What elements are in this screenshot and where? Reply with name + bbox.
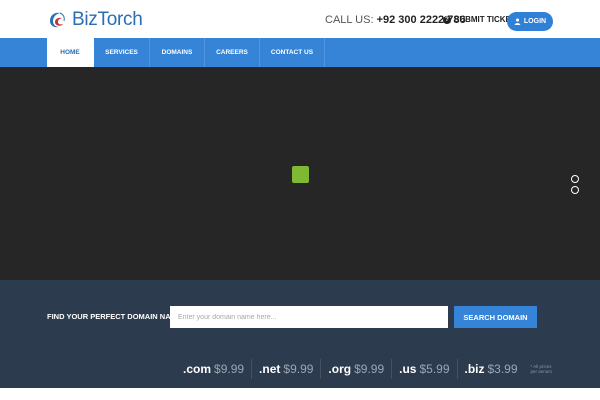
price-item: .com $9.99 [176, 359, 253, 379]
slide-dot-2[interactable] [571, 186, 579, 194]
slider-pagination [571, 175, 579, 194]
brand-name: BizTorch [72, 9, 143, 30]
nav-item-services[interactable]: SERVICES [94, 38, 150, 67]
nav-item-label: CAREERS [216, 49, 248, 56]
price-item: .org $9.99 [321, 359, 393, 379]
submit-ticket-link[interactable]: ? SUBMIT TICKET [443, 15, 516, 24]
price-item: .biz $3.99 [458, 359, 525, 379]
nav-item-label: SERVICES [105, 49, 138, 56]
hero-slider [0, 67, 600, 280]
domain-prices: .com $9.99 .net $9.99 .org $9.99 .us $5.… [176, 359, 561, 379]
nav-item-contact-us[interactable]: CONTACT US [260, 38, 325, 67]
nav-item-label: CONTACT US [270, 49, 314, 56]
tld-price: $9.99 [214, 362, 245, 376]
site-header: BizTorch CALL US: +92 300 2222 786 ? SUB… [0, 0, 600, 38]
nav-item-careers[interactable]: CAREERS [205, 38, 260, 67]
tld-name: .us [399, 362, 417, 376]
domain-search-label: FIND YOUR PERFECT DOMAIN NAME: [47, 312, 185, 321]
domain-search-section: FIND YOUR PERFECT DOMAIN NAME: SEARCH DO… [0, 280, 600, 388]
tld-price: $3.99 [487, 362, 518, 376]
login-button[interactable]: LOGIN [507, 12, 553, 31]
login-label: LOGIN [523, 18, 547, 25]
tld-name: .biz [464, 362, 485, 376]
nav-item-label: DOMAINS [161, 49, 193, 56]
nav-item-home[interactable]: HOME [47, 38, 94, 67]
slide-dot-1[interactable] [571, 175, 579, 183]
price-item: .net $9.99 [252, 359, 322, 379]
tld-price: $9.99 [354, 362, 385, 376]
user-icon [514, 18, 521, 25]
question-icon: ? [443, 15, 451, 24]
main-nav: HOME SERVICES DOMAINS CAREERS CONTACT US [0, 38, 600, 67]
torch-logo-icon [50, 12, 65, 28]
search-domain-button[interactable]: SEARCH DOMAIN [454, 306, 537, 328]
call-label: CALL US: [325, 14, 374, 26]
nav-item-domains[interactable]: DOMAINS [150, 38, 205, 67]
nav-item-label: HOME [60, 49, 80, 56]
domain-search-input[interactable] [170, 306, 448, 328]
tld-name: .net [259, 362, 281, 376]
tld-price: $9.99 [283, 362, 314, 376]
tld-name: .org [328, 362, 352, 376]
loading-indicator [292, 166, 309, 183]
price-item: .us $5.99 [392, 359, 458, 379]
tld-price: $5.99 [419, 362, 450, 376]
price-note-line-2: per annum [530, 369, 553, 374]
page-bottom [0, 388, 600, 400]
price-note: * All prices per annum [531, 364, 561, 374]
tld-name: .com [183, 362, 212, 376]
brand-logo[interactable]: BizTorch [46, 9, 143, 31]
